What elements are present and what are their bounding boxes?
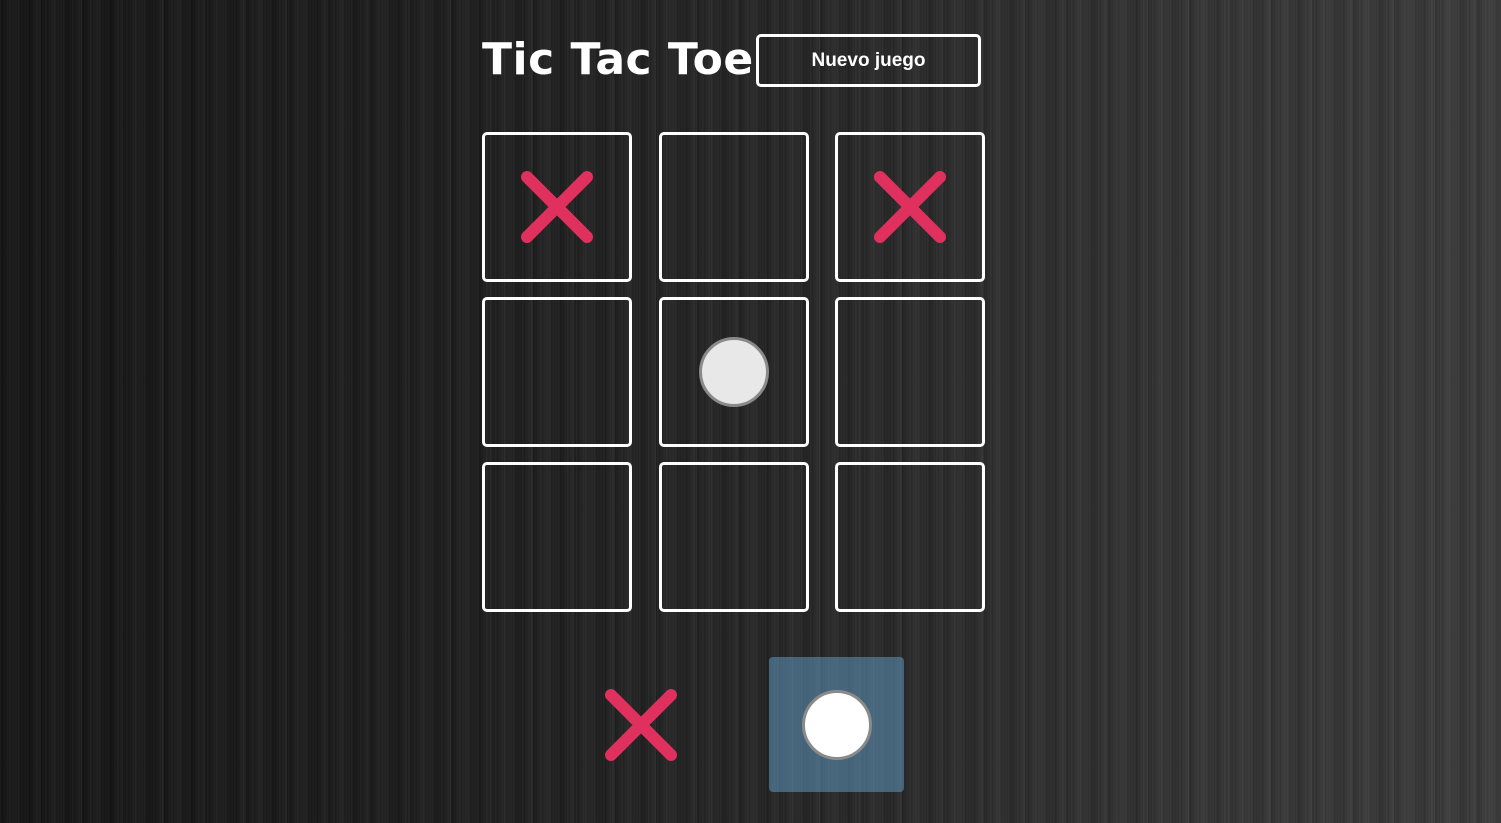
board-cell[interactable] xyxy=(482,132,632,282)
board-cell[interactable] xyxy=(658,462,809,612)
game-board xyxy=(482,132,985,612)
board-cell[interactable] xyxy=(482,462,632,612)
board-cell[interactable] xyxy=(658,132,809,282)
board-cell[interactable] xyxy=(835,132,985,282)
turn-indicator xyxy=(573,657,904,792)
cross-icon xyxy=(521,171,593,243)
cross-icon xyxy=(874,171,946,243)
circle-icon xyxy=(801,689,872,760)
player-x-indicator xyxy=(573,657,708,792)
board-cell[interactable] xyxy=(835,462,985,612)
new-game-button[interactable]: Nuevo juego xyxy=(756,34,981,87)
circle-icon xyxy=(698,337,769,407)
player-o-indicator xyxy=(769,657,904,792)
board-cell[interactable] xyxy=(482,297,632,447)
cross-icon xyxy=(604,688,677,761)
page-title: Tic Tac Toe xyxy=(482,34,754,85)
board-cell[interactable] xyxy=(658,297,809,447)
board-cell[interactable] xyxy=(835,297,985,447)
